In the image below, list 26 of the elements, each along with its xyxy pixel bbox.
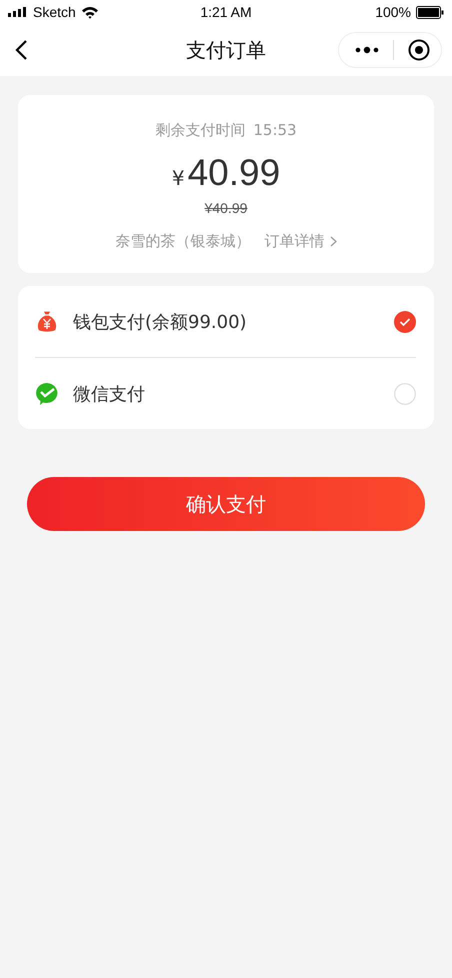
money-bag-icon [35, 310, 59, 334]
checked-radio-icon[interactable] [394, 310, 416, 332]
wifi-icon [80, 6, 99, 18]
countdown-time: 15:53 [253, 121, 297, 140]
radio-icon[interactable] [394, 382, 416, 404]
payment-option[interactable]: 微信支付 [35, 358, 416, 429]
payment-method-label: 钱包支付(余额99.00) [73, 310, 248, 334]
confirm-pay-button[interactable]: 确认支付 [27, 477, 425, 531]
signal-icon [8, 7, 28, 17]
battery-percent: 100% [375, 4, 411, 20]
clock-time: 1:21 AM [200, 4, 252, 20]
chevron-icon [330, 236, 336, 247]
currency-symbol: ¥ [172, 166, 185, 190]
more-icon[interactable] [355, 46, 379, 54]
page-title: 支付订单 [186, 36, 266, 64]
carrier-name: Sketch [33, 4, 76, 20]
payment-amount: 40.99 [188, 152, 280, 194]
payment-option[interactable]: 钱包支付(余额99.00) [35, 286, 416, 357]
payment-method-label: 微信支付 [73, 382, 146, 406]
battery-icon [416, 6, 444, 18]
wechat-pay-icon [35, 382, 59, 406]
close-icon[interactable] [408, 39, 430, 61]
shop-name: 奈雪的茶（银泰城） [116, 232, 250, 251]
original-price: ¥40.99 [204, 200, 248, 216]
back-icon[interactable] [14, 39, 28, 61]
countdown-label: 剩余支付时间 [155, 121, 246, 140]
